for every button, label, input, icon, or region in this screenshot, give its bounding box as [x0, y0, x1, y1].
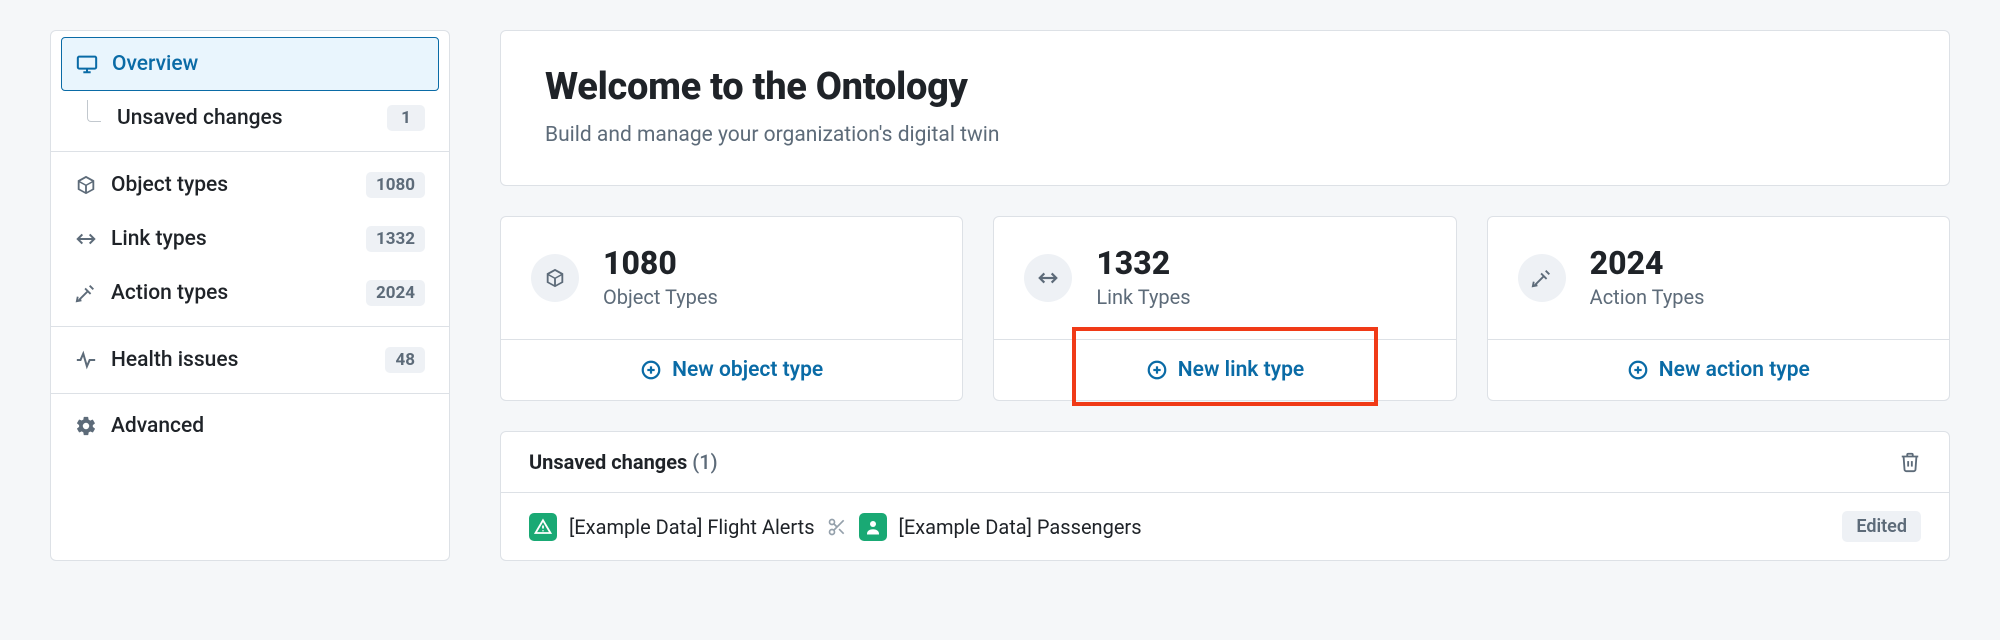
count-badge: 1332	[366, 226, 425, 252]
tree-connector-icon	[87, 100, 101, 122]
alert-triangle-icon	[529, 513, 557, 541]
sidebar-item-label: Link types	[111, 227, 352, 251]
card-action-types: 2024 Action Types New action type	[1487, 216, 1950, 401]
stat-count: 1080	[603, 247, 718, 279]
sidebar-item-label: Unsaved changes	[117, 106, 373, 130]
count-badge: 2024	[366, 280, 425, 306]
unsaved-changes-panel: Unsaved changes (1) [Example Data] Fligh…	[500, 431, 1950, 561]
stat-label: Link Types	[1096, 285, 1190, 309]
row-item-a: [Example Data] Flight Alerts	[569, 515, 815, 539]
count-badge: 1	[387, 105, 425, 131]
unsaved-row[interactable]: [Example Data] Flight Alerts [Example Da…	[501, 493, 1949, 560]
button-label: New object type	[672, 358, 823, 382]
count-badge: 1080	[366, 172, 425, 198]
sidebar-item-action-types[interactable]: Action types 2024	[61, 266, 439, 320]
sidebar-item-advanced[interactable]: Advanced	[61, 400, 439, 452]
scissors-icon	[827, 517, 847, 537]
link-arrows-icon	[75, 228, 97, 250]
sidebar-item-label: Health issues	[111, 348, 371, 372]
button-label: New link type	[1178, 358, 1304, 382]
new-object-type-button[interactable]: New object type	[501, 340, 962, 400]
button-label: New action type	[1659, 358, 1810, 382]
pulse-icon	[75, 349, 97, 371]
stat-cards: 1080 Object Types New object type	[500, 216, 1950, 401]
page-title: Welcome to the Ontology	[545, 65, 1905, 109]
person-icon	[859, 513, 887, 541]
card-link-types: 1332 Link Types New link type	[993, 216, 1456, 401]
sidebar-item-label: Advanced	[111, 414, 425, 438]
stat-label: Action Types	[1590, 285, 1705, 309]
sidebar-item-label: Object types	[111, 173, 352, 197]
hero-panel: Welcome to the Ontology Build and manage…	[500, 30, 1950, 186]
sidebar-item-health-issues[interactable]: Health issues 48	[61, 333, 439, 387]
main-content: Welcome to the Ontology Build and manage…	[500, 30, 1950, 561]
link-arrows-icon	[1024, 254, 1072, 302]
trash-icon[interactable]	[1899, 451, 1921, 473]
panel-count: (1)	[692, 450, 717, 474]
page-subtitle: Build and manage your organization's dig…	[545, 123, 1905, 147]
count-badge: 48	[385, 347, 425, 373]
cube-icon	[531, 254, 579, 302]
gear-icon	[75, 415, 97, 437]
status-badge: Edited	[1842, 511, 1921, 542]
new-link-type-button[interactable]: New link type	[994, 340, 1455, 400]
sidebar-item-object-types[interactable]: Object types 1080	[61, 158, 439, 212]
monitor-icon	[76, 53, 98, 75]
sidebar-nav: Overview Unsaved changes 1 Object types …	[50, 30, 450, 561]
stat-label: Object Types	[603, 285, 718, 309]
sidebar-item-label: Action types	[111, 281, 352, 305]
plus-circle-icon	[1146, 359, 1168, 381]
stat-count: 1332	[1096, 247, 1190, 279]
card-object-types: 1080 Object Types New object type	[500, 216, 963, 401]
sidebar-item-link-types[interactable]: Link types 1332	[61, 212, 439, 266]
sidebar-item-overview[interactable]: Overview	[61, 37, 439, 91]
row-item-b: [Example Data] Passengers	[899, 515, 1142, 539]
plus-circle-icon	[640, 359, 662, 381]
sidebar-item-label: Overview	[112, 52, 424, 76]
plus-circle-icon	[1627, 359, 1649, 381]
sidebar-item-unsaved-changes[interactable]: Unsaved changes 1	[61, 91, 439, 145]
stat-count: 2024	[1590, 247, 1705, 279]
panel-title: Unsaved changes (1)	[529, 450, 718, 474]
action-icon	[1518, 254, 1566, 302]
cube-icon	[75, 174, 97, 196]
action-icon	[75, 282, 97, 304]
new-action-type-button[interactable]: New action type	[1488, 340, 1949, 400]
